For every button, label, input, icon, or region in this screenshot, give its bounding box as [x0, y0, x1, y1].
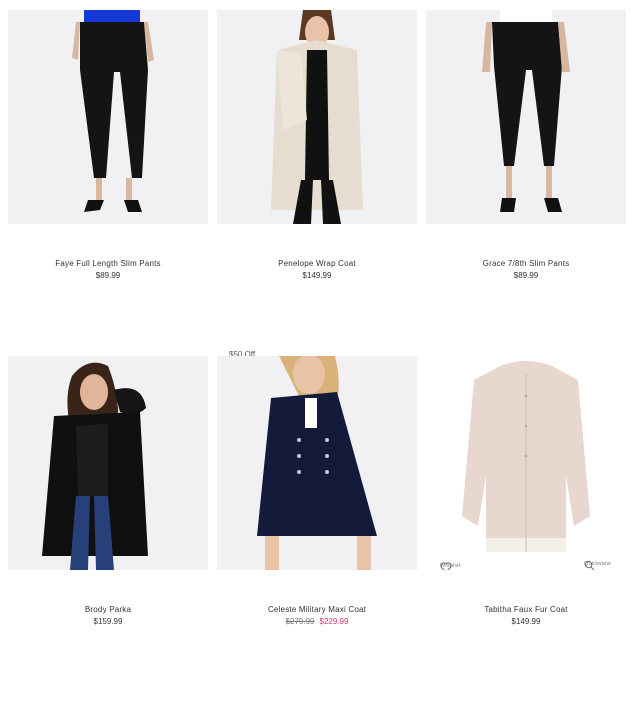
current-price: $159.99: [93, 617, 123, 626]
quickview-button[interactable]: Quickview: [584, 560, 611, 570]
product-card[interactable]: Faye Full Length Slim Pants $89.99: [8, 10, 208, 356]
product-info: Penelope Wrap Coat $149.99: [217, 258, 417, 281]
product-image[interactable]: Wishlist Quickview: [426, 356, 626, 570]
product-card[interactable]: Brody Parka $159.99: [8, 356, 208, 702]
product-price: $89.99: [426, 270, 626, 281]
product-name[interactable]: Celeste Military Maxi Coat: [217, 604, 417, 615]
wishlist-button[interactable]: Wishlist: [440, 562, 461, 570]
product-info: Tabitha Faux Fur Coat $149.99: [426, 604, 626, 627]
original-price: $279.99: [285, 617, 315, 626]
product-card[interactable]: Penelope Wrap Coat $149.99: [217, 10, 417, 356]
product-image[interactable]: [8, 356, 208, 570]
product-image[interactable]: [217, 356, 417, 570]
product-name[interactable]: Penelope Wrap Coat: [217, 258, 417, 269]
product-info: Faye Full Length Slim Pants $89.99: [8, 258, 208, 281]
current-price: $89.99: [95, 271, 121, 280]
product-card[interactable]: $50 Off Celeste Military Maxi Coat $279.…: [217, 350, 417, 702]
product-info: Celeste Military Maxi Coat $279.99 $229.9…: [217, 604, 417, 627]
product-info: Grace 7/8th Slim Pants $89.99: [426, 258, 626, 281]
product-name[interactable]: Faye Full Length Slim Pants: [8, 258, 208, 269]
product-name[interactable]: Brody Parka: [8, 604, 208, 615]
product-image[interactable]: [426, 10, 626, 224]
product-price: $159.99: [8, 616, 208, 627]
product-card[interactable]: Wishlist Quickview Tabitha Faux Fur Coat…: [426, 356, 626, 702]
current-price: $149.99: [511, 617, 541, 626]
product-name[interactable]: Tabitha Faux Fur Coat: [426, 604, 626, 615]
product-price: $279.99 $229.99: [217, 616, 417, 627]
current-price: $149.99: [302, 271, 332, 280]
product-price: $149.99: [217, 270, 417, 281]
product-price: $149.99: [426, 616, 626, 627]
product-image[interactable]: [217, 10, 417, 224]
current-price: $89.99: [513, 271, 539, 280]
product-info: Brody Parka $159.99: [8, 604, 208, 627]
product-price: $89.99: [8, 270, 208, 281]
product-name[interactable]: Grace 7/8th Slim Pants: [426, 258, 626, 269]
sale-price: $229.99: [319, 617, 349, 626]
product-card[interactable]: Grace 7/8th Slim Pants $89.99: [426, 10, 626, 356]
product-image[interactable]: [8, 10, 208, 224]
product-grid: Faye Full Length Slim Pants $89.99 Penel…: [8, 10, 626, 702]
